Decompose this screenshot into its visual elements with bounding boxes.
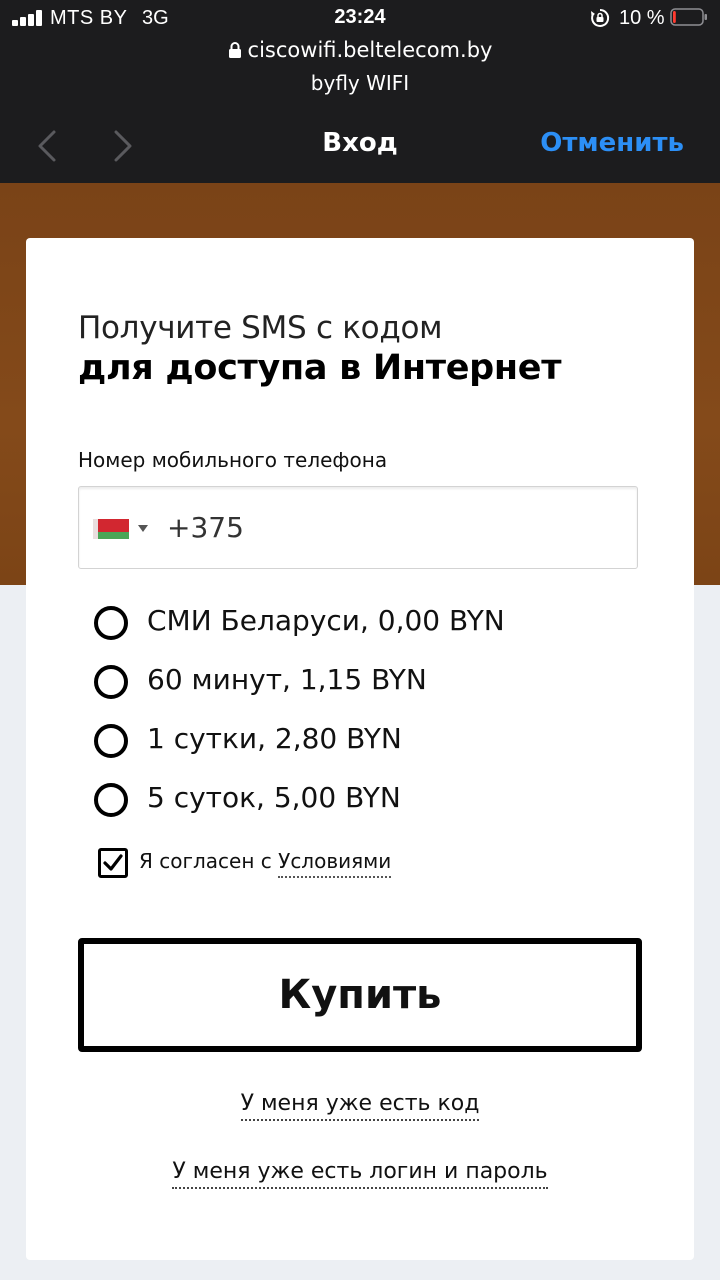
radio-button[interactable] — [94, 783, 128, 817]
battery-icon — [670, 8, 707, 26]
status-time: 23:24 — [334, 6, 386, 28]
tariff-label: 1 сутки, 2,80 BYN — [147, 722, 402, 755]
battery-percent: 10 % — [619, 7, 665, 29]
have-code-link[interactable]: У меня уже есть код — [240, 1091, 480, 1121]
login-card: Получите SMS с кодом для доступа в Интер… — [26, 238, 694, 1260]
terms-text: Я согласен с Условиями — [139, 849, 392, 878]
cancel-button[interactable]: Отменить — [540, 128, 684, 158]
url-bar[interactable]: ciscowifi.beltelecom.by — [0, 38, 720, 62]
site-title: byfly WIFI — [310, 71, 410, 95]
radio-button[interactable] — [94, 665, 128, 699]
buy-button[interactable]: Купить — [78, 938, 642, 1052]
radio-button[interactable] — [94, 606, 128, 640]
phone-label: Номер мобильного телефона — [78, 448, 388, 472]
headline-bold: для доступа в Интернет — [78, 348, 562, 388]
tariff-label: 5 суток, 5,00 BYN — [147, 781, 401, 814]
phone-input[interactable] — [167, 505, 607, 549]
tariff-label: СМИ Беларуси, 0,00 BYN — [147, 604, 505, 637]
have-code-link-row: У меня уже есть код — [26, 1091, 694, 1121]
url-text: ciscowifi.beltelecom.by — [247, 38, 493, 62]
terms-link[interactable]: Условиями — [278, 849, 392, 878]
terms-checkbox[interactable] — [98, 848, 128, 878]
padlock-icon — [228, 42, 241, 58]
tariff-label: 60 минут, 1,15 BYN — [147, 663, 427, 696]
belarus-flag-icon[interactable] — [93, 519, 129, 539]
country-dropdown-caret-icon[interactable] — [138, 525, 148, 532]
status-bar: MTS BY 3G 23:24 10 % — [0, 0, 720, 36]
have-login-link-row: У меня уже есть логин и пароль — [26, 1159, 694, 1189]
terms-prefix: Я согласен с — [139, 849, 279, 873]
orientation-lock-icon — [591, 8, 610, 27]
have-login-link[interactable]: У меня уже есть логин и пароль — [172, 1159, 548, 1189]
headline-light: Получите SMS с кодом — [78, 310, 443, 346]
phone-field — [78, 486, 638, 569]
checkmark-icon — [103, 854, 123, 871]
radio-button[interactable] — [94, 724, 128, 758]
browser-chrome: MTS BY 3G 23:24 10 % ciscowifi.belteleco… — [0, 0, 720, 183]
